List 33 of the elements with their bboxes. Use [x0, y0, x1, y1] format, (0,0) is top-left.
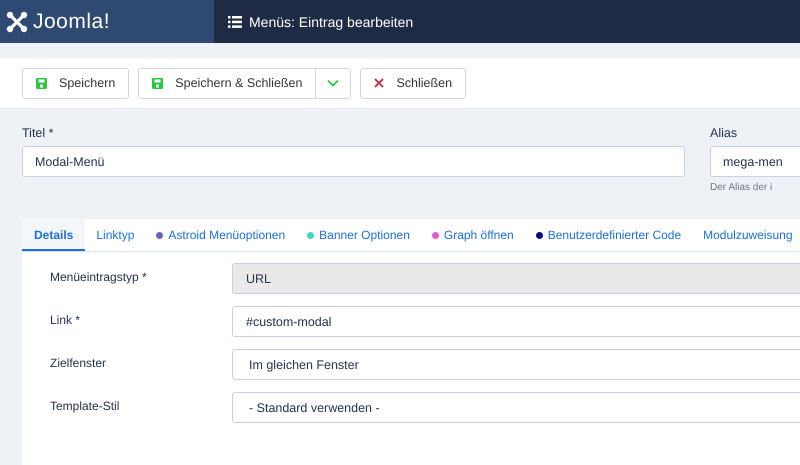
close-icon: [374, 78, 384, 88]
select-field[interactable]: - Standard verwenden -: [232, 392, 800, 423]
title-input[interactable]: Modal-Menü: [22, 146, 685, 177]
save-icon: [152, 78, 164, 88]
logo-text: Joomla!: [33, 10, 110, 34]
chevron-down-icon: [327, 79, 340, 87]
input-field[interactable]: #custom-modal: [232, 306, 800, 337]
save-close-button[interactable]: Speichern & Schließen: [138, 68, 316, 98]
tab[interactable]: Graph öffnen: [420, 219, 525, 251]
save-button[interactable]: Speichern: [22, 68, 130, 98]
select-field[interactable]: Im gleichen Fenster: [232, 349, 800, 380]
tab[interactable]: Modulzuweisung: [692, 219, 800, 251]
field-label: Zielfenster: [50, 355, 108, 372]
field-hint: Der Alias der i: [710, 182, 774, 193]
tab[interactable]: Details: [22, 219, 86, 251]
tab[interactable]: Astroid Menüoptionen: [145, 219, 296, 251]
alias-input[interactable]: mega-men: [710, 146, 800, 177]
tab[interactable]: Banner Optionen: [296, 219, 421, 251]
joomla-logo-icon: [6, 10, 28, 32]
field-label: Link *: [50, 312, 82, 329]
logo-area[interactable]: Joomla!: [0, 0, 214, 43]
dropdown-button[interactable]: [316, 68, 352, 98]
close-button[interactable]: Schließen: [360, 68, 466, 98]
save-icon: [36, 78, 47, 88]
field-label: Alias: [710, 126, 738, 140]
field-label: Titel *: [22, 126, 54, 140]
page-title: Menüs: Eintrag bearbeiten: [249, 14, 414, 30]
list-icon: [228, 16, 242, 28]
field-label: Menüeintragstyp *: [50, 269, 148, 286]
tab[interactable]: Linktyp: [85, 219, 146, 251]
readonly-field: URL: [232, 263, 800, 294]
field-label: Template-Stil: [50, 398, 120, 415]
tab[interactable]: Benutzerdefinierter Code: [524, 219, 692, 251]
